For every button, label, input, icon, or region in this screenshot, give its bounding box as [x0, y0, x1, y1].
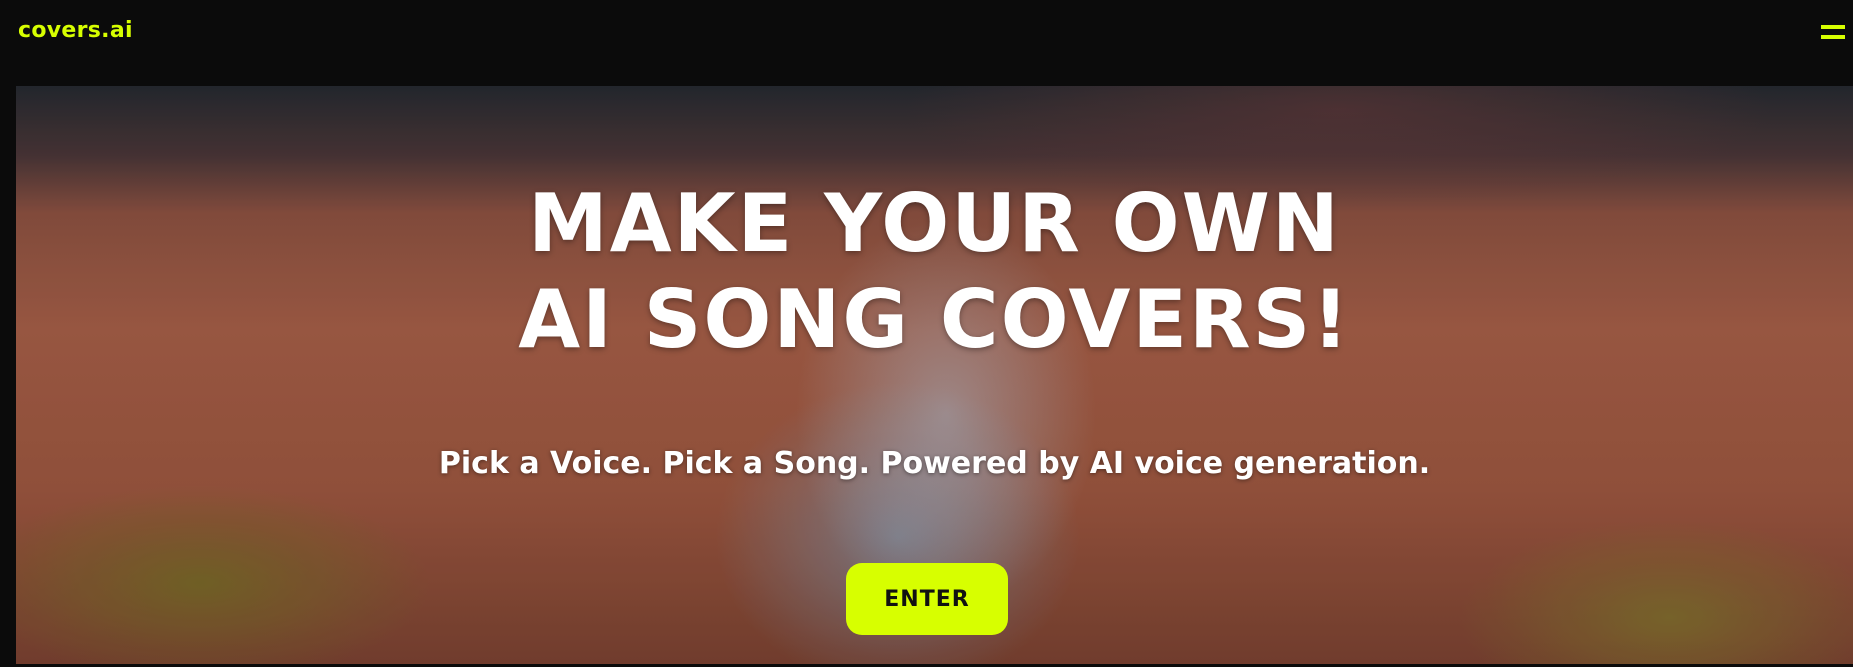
hamburger-line-bottom	[1821, 35, 1845, 39]
hero-subtitle: Pick a Voice. Pick a Song. Powered by AI…	[438, 446, 1431, 481]
hero-banner: MAKE YOUR OWN AI SONG COVERS! Pick a Voi…	[16, 86, 1853, 664]
site-logo[interactable]: covers.ai	[18, 18, 133, 43]
hero-headline: MAKE YOUR OWN AI SONG COVERS!	[518, 177, 1351, 366]
enter-button[interactable]: ENTER	[846, 563, 1008, 635]
top-nav-bar: covers.ai	[0, 0, 1853, 86]
hamburger-menu-button[interactable]	[1819, 22, 1849, 44]
hamburger-line-top	[1821, 25, 1845, 29]
